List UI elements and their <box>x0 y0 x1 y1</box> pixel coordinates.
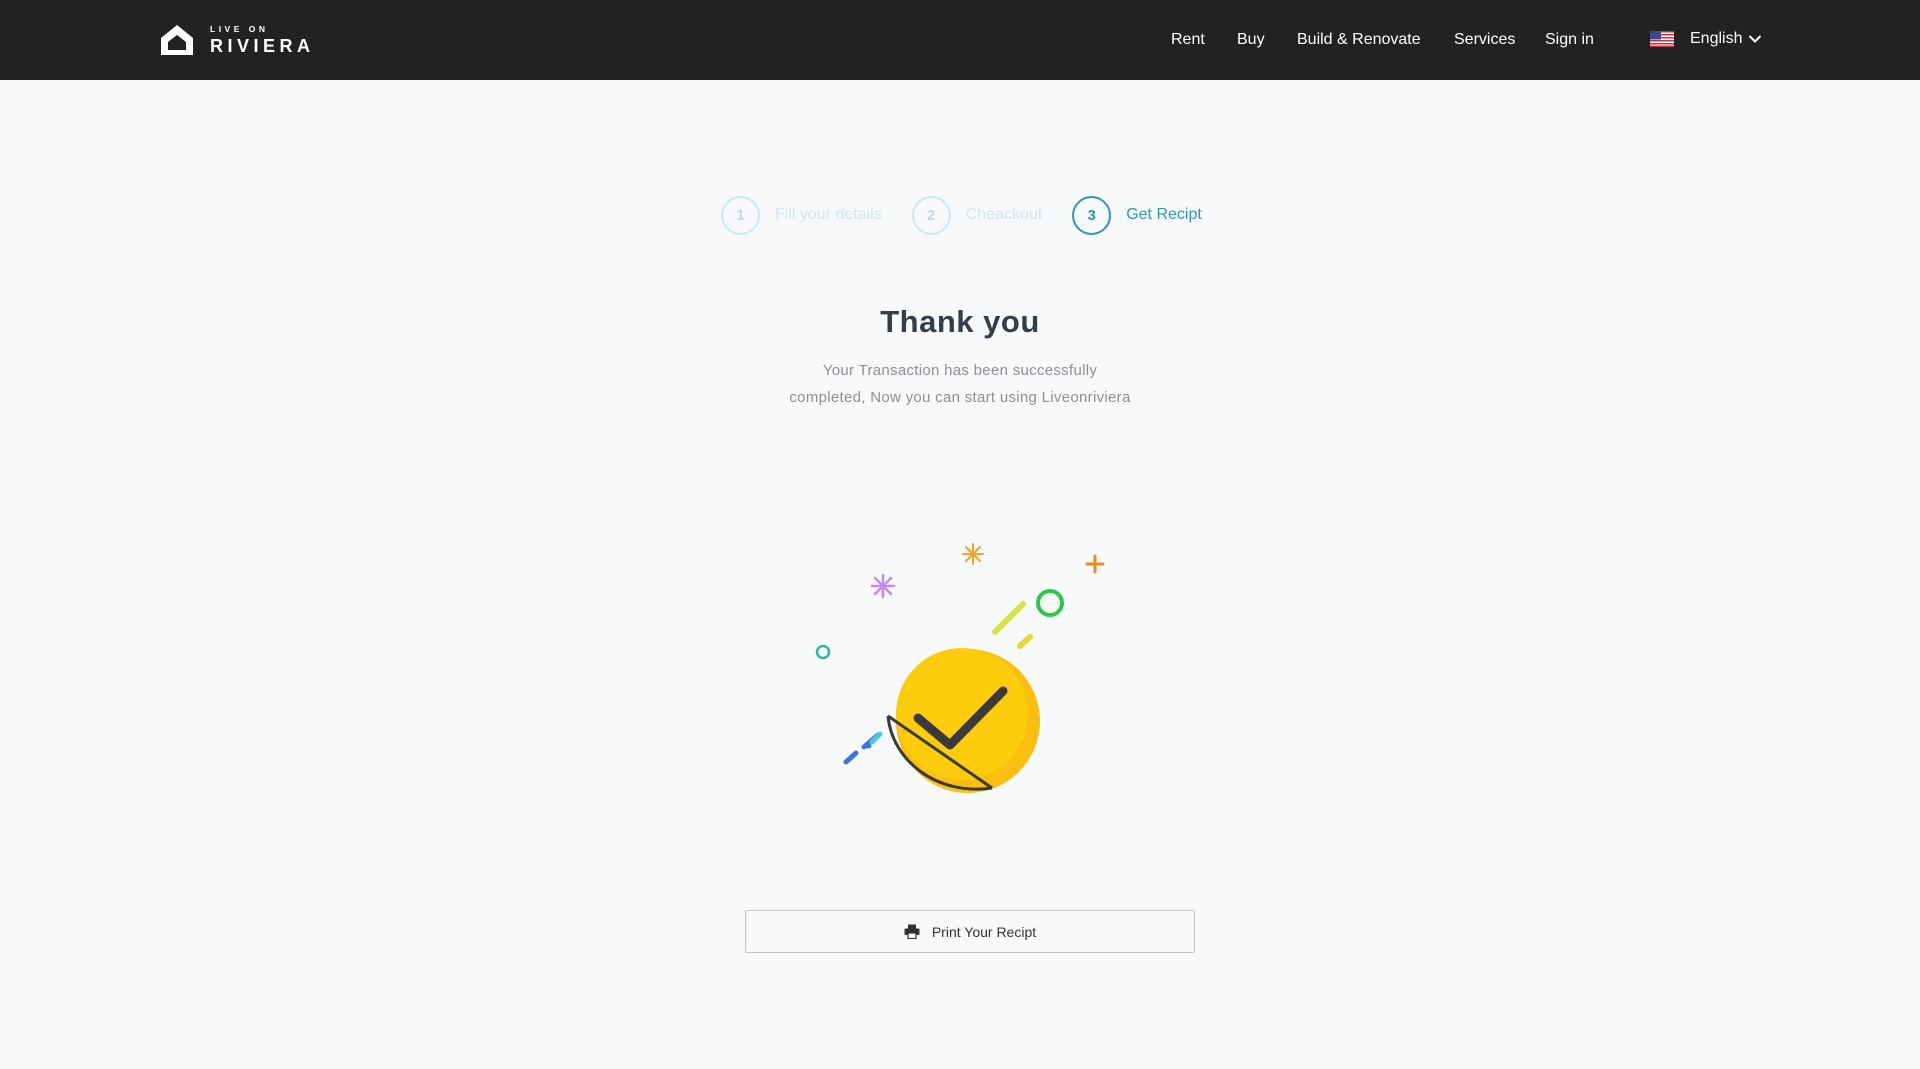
step-checkout: 2 Cheackout <box>911 195 1043 235</box>
step-number: 3 <box>1072 195 1112 235</box>
nav-buy-link[interactable]: Buy <box>1237 31 1265 49</box>
step-label: Cheackout <box>965 206 1043 223</box>
step-get-receipt: 3 Get Recipt <box>1072 195 1202 235</box>
teal-ring-icon <box>815 644 831 660</box>
step-fill-details: 1 Fill your details <box>721 195 882 235</box>
purple-sparkle-icon <box>870 573 896 599</box>
success-check-icon <box>815 543 1105 793</box>
step-label: Fill your details <box>775 206 882 223</box>
step-number: 2 <box>911 195 951 235</box>
page-title: Thank you <box>880 304 1040 339</box>
nav-services-link[interactable]: Services <box>1454 31 1515 49</box>
checkout-stepper: 1 Fill your details 2 Cheackout 3 Get Re… <box>721 195 1232 235</box>
brand-tagline: LIVE ON <box>210 24 269 35</box>
print-button-label: Print Your Recipt <box>931 923 1037 940</box>
success-message-line-1: Your Transaction has been successfully <box>822 362 1098 379</box>
nav-rent-link[interactable]: Rent <box>1171 31 1205 49</box>
language-label: English <box>1690 30 1743 47</box>
chevron-down-icon <box>1749 35 1762 43</box>
brand-name: RIVIERA <box>210 35 315 56</box>
nav-build-renovate-link[interactable]: Build & Renovate <box>1297 31 1421 49</box>
printer-icon <box>904 924 920 939</box>
house-icon <box>161 25 193 55</box>
brand-logo[interactable]: LIVE ON RIVIERA <box>160 24 315 56</box>
nav-sign-in-link[interactable]: Sign in <box>1545 31 1594 49</box>
us-flag-icon <box>1650 31 1674 47</box>
step-label: Get Recipt <box>1126 206 1202 223</box>
green-ring-icon <box>1036 589 1064 617</box>
language-selector[interactable]: English <box>1650 30 1762 48</box>
success-message-line-2: completed, Now you can start using Liveo… <box>789 389 1131 406</box>
success-message: Your Transaction has been successfully c… <box>760 357 1160 411</box>
orange-sparkle-icon <box>962 543 984 565</box>
print-receipt-button[interactable]: Print Your Recipt <box>745 910 1195 953</box>
step-number: 1 <box>721 195 760 235</box>
top-navbar: LIVE ON RIVIERA Rent Buy Build & Renovat… <box>0 0 1920 80</box>
plus-icon <box>1085 554 1105 574</box>
